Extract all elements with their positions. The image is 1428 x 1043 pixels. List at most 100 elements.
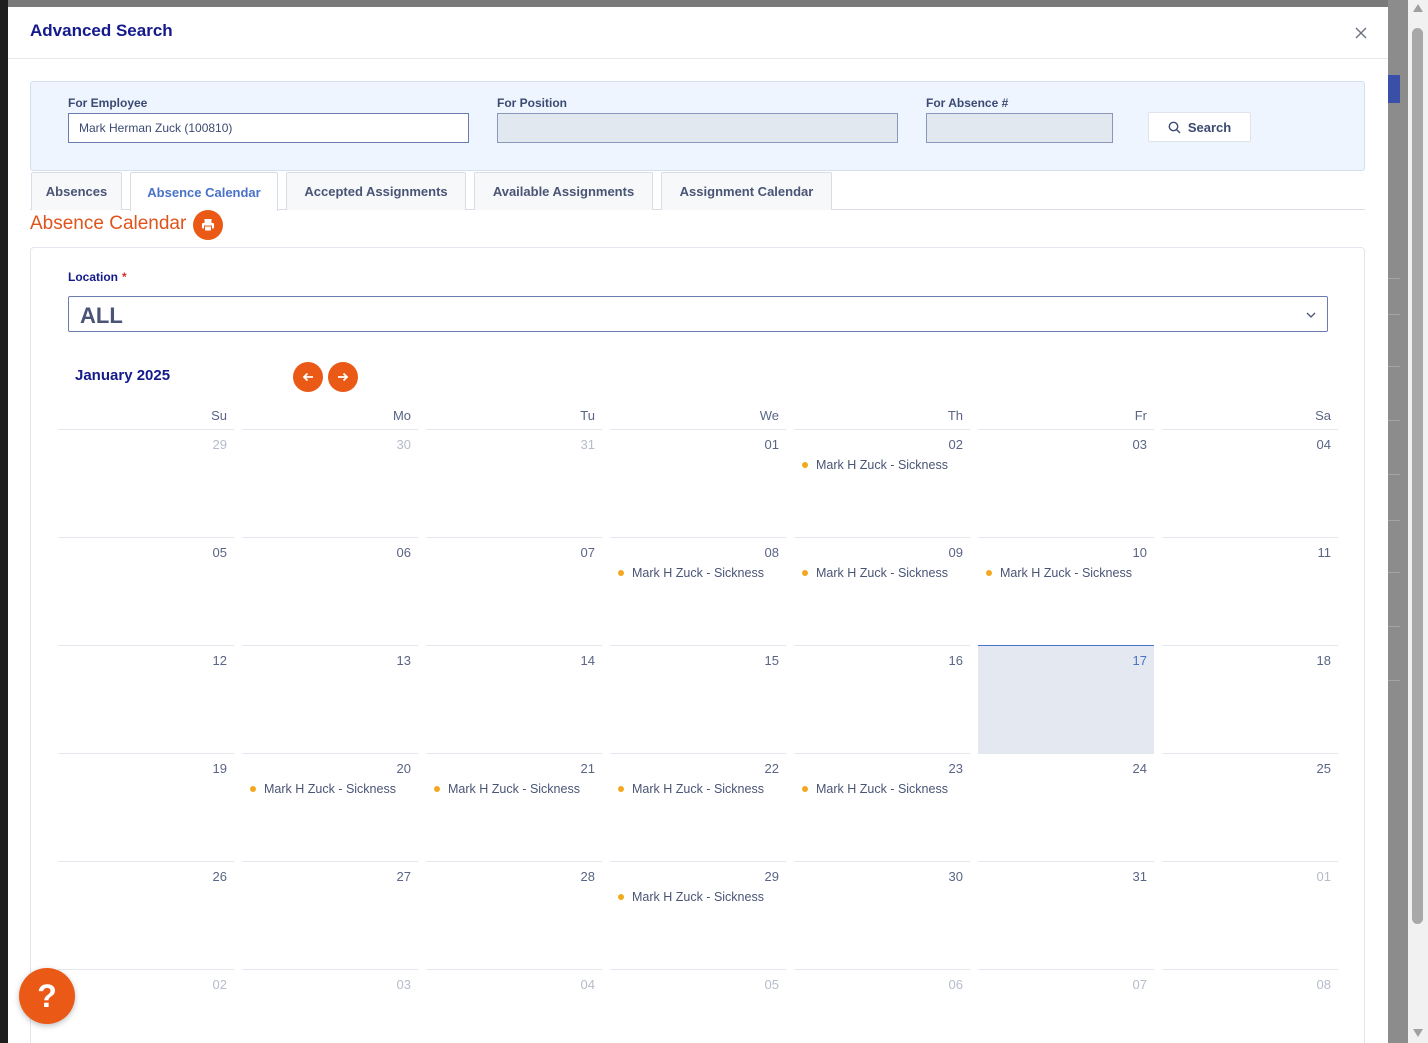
calendar-day[interactable]: 30 [242, 429, 418, 537]
calendar-day[interactable]: 08 Mark H Zuck - Sickness [610, 537, 786, 645]
day-number: 13 [396, 653, 411, 668]
calendar-day[interactable]: 01 [610, 429, 786, 537]
calendar-day[interactable]: 29 [58, 429, 234, 537]
day-number: 04 [1316, 437, 1331, 452]
calendar-day[interactable]: 02 Mark H Zuck - Sickness [794, 429, 970, 537]
weekday-header: We [759, 408, 779, 423]
calendar-day[interactable]: 22 Mark H Zuck - Sickness [610, 753, 786, 861]
section-title: Absence Calendar [30, 213, 187, 234]
calendar-day[interactable]: 30 [794, 861, 970, 969]
tab-accepted-assignments[interactable]: Accepted Assignments [286, 172, 466, 210]
calendar-day[interactable]: 27 [242, 861, 418, 969]
calendar-day[interactable]: 29 Mark H Zuck - Sickness [610, 861, 786, 969]
event-dot-icon [618, 570, 624, 576]
calendar-day[interactable]: 21 Mark H Zuck - Sickness [426, 753, 602, 861]
calendar-day[interactable]: 24 [978, 753, 1154, 861]
scroll-thumb[interactable] [1412, 28, 1423, 924]
calendar-event[interactable]: Mark H Zuck - Sickness [434, 782, 580, 796]
calendar-event[interactable]: Mark H Zuck - Sickness [250, 782, 396, 796]
day-number: 03 [396, 977, 411, 992]
calendar-day[interactable]: 03 [978, 429, 1154, 537]
chevron-down-icon [1306, 312, 1316, 318]
day-number: 29 [764, 869, 779, 884]
calendar-day[interactable]: 31 [978, 861, 1154, 969]
calendar-day[interactable]: 07 [978, 969, 1154, 1043]
calendar-day[interactable]: 06 [242, 537, 418, 645]
event-label: Mark H Zuck - Sickness [632, 782, 764, 796]
day-number: 07 [580, 545, 595, 560]
employee-input[interactable] [68, 113, 469, 143]
day-number: 15 [764, 653, 779, 668]
backdrop-right [1388, 0, 1408, 1043]
backdrop-divider [1388, 572, 1400, 573]
backdrop-divider [1388, 278, 1400, 279]
calendar-day[interactable]: 11 [1162, 537, 1338, 645]
calendar-day[interactable]: 31 [426, 429, 602, 537]
calendar-day[interactable]: 06 [794, 969, 970, 1043]
day-number: 02 [212, 977, 227, 992]
calendar-day[interactable]: 01 [1162, 861, 1338, 969]
search-panel: For Employee For Position For Absence # … [30, 81, 1365, 171]
tab-absences[interactable]: Absences [31, 172, 122, 210]
next-month-button[interactable] [328, 362, 358, 392]
calendar-event[interactable]: Mark H Zuck - Sickness [618, 782, 764, 796]
position-input[interactable] [497, 113, 898, 143]
weekday-header: Sa [1315, 408, 1331, 423]
calendar-event[interactable]: Mark H Zuck - Sickness [802, 782, 948, 796]
position-label: For Position [497, 96, 567, 110]
calendar-day[interactable]: 04 [1162, 429, 1338, 537]
calendar-event[interactable]: Mark H Zuck - Sickness [802, 458, 948, 472]
prev-month-button[interactable] [293, 362, 323, 392]
calendar-day[interactable]: 14 [426, 645, 602, 753]
calendar-event[interactable]: Mark H Zuck - Sickness [802, 566, 948, 580]
search-button[interactable]: Search [1148, 112, 1251, 142]
calendar-day[interactable]: 13 [242, 645, 418, 753]
calendar-day[interactable]: 09 Mark H Zuck - Sickness [794, 537, 970, 645]
calendar-day[interactable]: 03 [242, 969, 418, 1043]
location-select[interactable]: ALL [68, 296, 1328, 332]
absence-number-input[interactable] [926, 113, 1113, 143]
calendar-day[interactable]: 16 [794, 645, 970, 753]
backdrop-divider [1388, 366, 1400, 367]
calendar-day[interactable]: 25 [1162, 753, 1338, 861]
scroll-down-arrow-icon[interactable] [1413, 1029, 1423, 1037]
calendar-event[interactable]: Mark H Zuck - Sickness [986, 566, 1132, 580]
calendar-day[interactable]: 20 Mark H Zuck - Sickness [242, 753, 418, 861]
calendar-day[interactable]: 19 [58, 753, 234, 861]
tab-assignment-calendar[interactable]: Assignment Calendar [661, 172, 832, 210]
tab-available-assignments[interactable]: Available Assignments [474, 172, 653, 210]
search-button-label: Search [1187, 119, 1232, 135]
calendar-day[interactable]: 10 Mark H Zuck - Sickness [978, 537, 1154, 645]
calendar-day[interactable]: 26 [58, 861, 234, 969]
backdrop-divider [1388, 314, 1400, 315]
backdrop-divider [1388, 680, 1400, 681]
calendar-day[interactable]: 02 [58, 969, 234, 1043]
month-title: January 2025 [75, 367, 171, 384]
calendar-event[interactable]: Mark H Zuck - Sickness [618, 566, 764, 580]
print-button[interactable] [193, 210, 223, 240]
day-number: 14 [580, 653, 595, 668]
backdrop-divider [1388, 626, 1400, 627]
calendar-day[interactable]: 28 [426, 861, 602, 969]
help-button[interactable]: ? [19, 968, 75, 1024]
tab-bar: Absences Absence Calendar Accepted Assig… [30, 172, 1365, 211]
calendar-day[interactable]: 07 [426, 537, 602, 645]
calendar-day[interactable]: 04 [426, 969, 602, 1043]
weekday-header: Th [947, 408, 963, 423]
calendar-day[interactable]: 15 [610, 645, 786, 753]
backdrop-divider [1388, 420, 1400, 421]
calendar-day[interactable]: 05 [58, 537, 234, 645]
calendar-day[interactable]: 12 [58, 645, 234, 753]
close-icon[interactable] [1350, 22, 1372, 44]
day-number: 31 [580, 437, 595, 452]
calendar-day[interactable]: 18 [1162, 645, 1338, 753]
calendar-day[interactable]: 23 Mark H Zuck - Sickness [794, 753, 970, 861]
calendar-day[interactable]: 05 [610, 969, 786, 1043]
day-number: 10 [1132, 545, 1147, 560]
calendar-day[interactable]: 08 [1162, 969, 1338, 1043]
scroll-up-arrow-icon[interactable] [1413, 4, 1423, 12]
page-scrollbar[interactable] [1408, 0, 1428, 1043]
tab-absence-calendar[interactable]: Absence Calendar [130, 172, 278, 211]
calendar-day-today[interactable]: 17 [978, 645, 1154, 753]
calendar-event[interactable]: Mark H Zuck - Sickness [618, 890, 764, 904]
